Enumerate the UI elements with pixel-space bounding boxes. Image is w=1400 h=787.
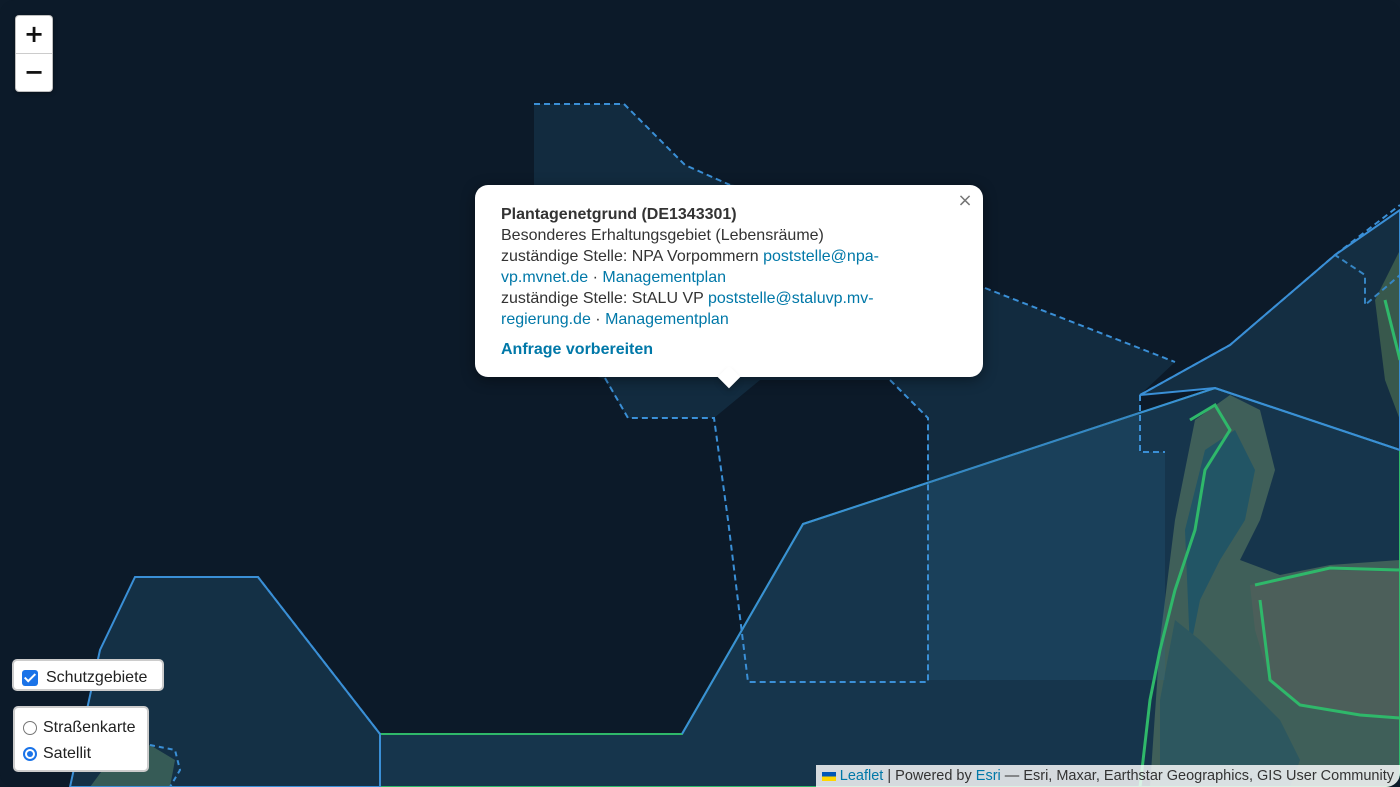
authority-2-separator: · (595, 311, 601, 328)
baselayer-option-satellit[interactable]: Satellit (23, 741, 139, 767)
authority-1-email-part1: poststelle@npa- (763, 248, 879, 265)
zoom-out-button[interactable]: − (16, 53, 52, 91)
popup-authority-2: zuständige Stelle: StALU VP poststelle@s… (501, 288, 957, 330)
authority-2-plan-link[interactable]: Managementplan (605, 311, 729, 328)
strassenkarte-radio[interactable] (23, 721, 37, 735)
popup-close-button[interactable]: × (955, 191, 975, 211)
ukraine-flag-icon (821, 772, 836, 781)
schutzgebiete-label: Schutzgebiete (46, 669, 148, 686)
zoom-in-button[interactable]: + (16, 16, 52, 53)
overlay-schutzgebiete-row[interactable]: Schutzgebiete (22, 665, 154, 691)
strassenkarte-label: Straßenkarte (43, 719, 136, 736)
feature-popup: × Plantagenetgrund (DE1343301) Besondere… (475, 185, 983, 389)
popup-title: Plantagenetgrund (DE1343301) (501, 206, 737, 223)
authority-2-label: zuständige Stelle: StALU VP (501, 290, 704, 307)
popup-subtitle: Besonderes Erhaltungsgebiet (Lebensräume… (501, 227, 824, 244)
authority-2-email-part1: poststelle@staluvp.mv- (707, 290, 874, 307)
baselayer-option-strassenkarte[interactable]: Straßenkarte (23, 715, 139, 741)
map-attribution: Leaflet | Powered by Esri — Esri, Maxar,… (815, 765, 1400, 787)
overlay-layer-control: Schutzgebiete (12, 659, 164, 691)
authority-1-plan-link[interactable]: Managementplan (602, 269, 726, 286)
attribution-sources: — Esri, Maxar, Earthstar Geographics, GI… (1004, 768, 1394, 784)
popup-authority-1: zuständige Stelle: NPA Vorpommern postst… (501, 246, 957, 288)
authority-2-email-part2: regierung.de (501, 311, 591, 328)
authority-1-label: zuständige Stelle: NPA Vorpommern (501, 248, 759, 265)
map-container[interactable]: + − × Plantagenetgrund (DE1343301) Beson… (0, 0, 1400, 787)
leaflet-link[interactable]: Leaflet (840, 768, 884, 784)
satellit-radio[interactable] (23, 747, 37, 761)
attribution-separator: | (887, 768, 892, 784)
authority-1-separator: · (592, 269, 598, 286)
authority-1-email-part2: vp.mvnet.de (501, 269, 589, 286)
esri-link[interactable]: Esri (976, 768, 1001, 784)
base-layer-control: Straßenkarte Satellit (13, 706, 149, 772)
satellit-label: Satellit (43, 745, 92, 762)
zoom-control: + − (15, 15, 53, 92)
map-canvas[interactable] (0, 0, 1400, 787)
prepare-request-button[interactable]: Anfrage vorbereiten (501, 339, 653, 360)
powered-by-text: Powered by (895, 768, 972, 784)
schutzgebiete-checkbox[interactable] (22, 670, 38, 686)
